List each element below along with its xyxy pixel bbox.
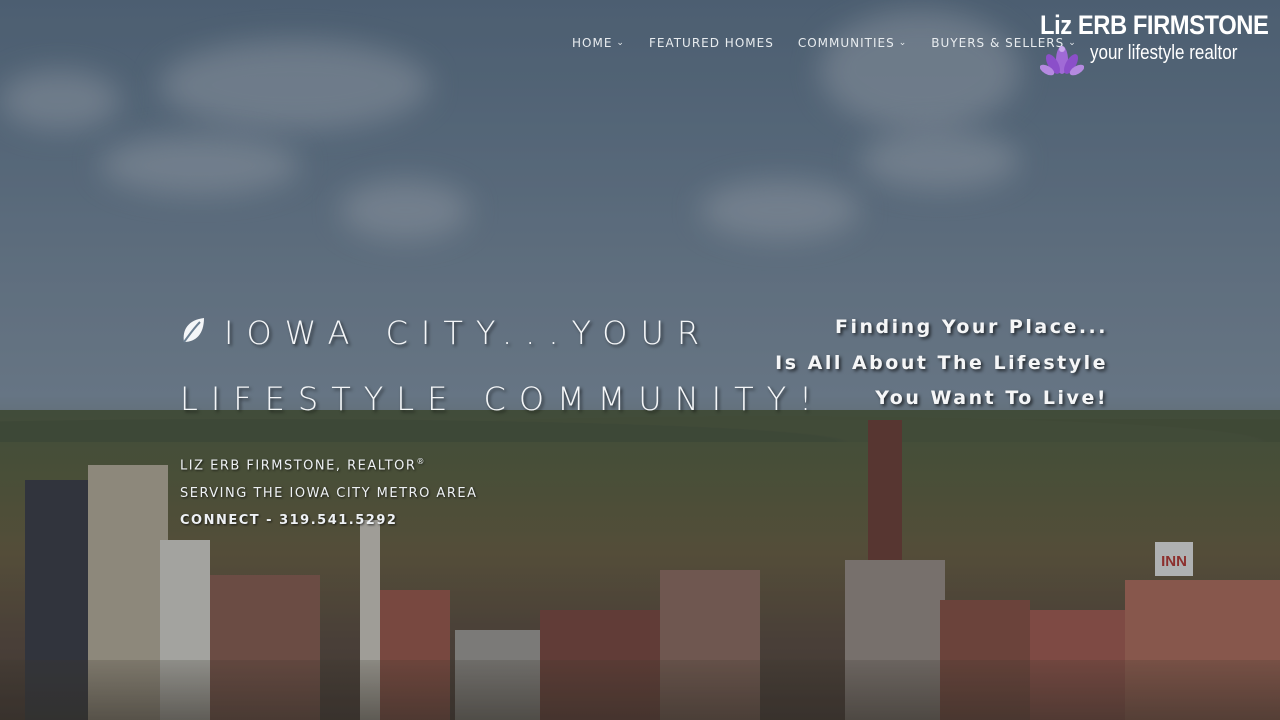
lifestyle-tagline: Finding Your Place... Is All About The L… [775, 310, 1108, 417]
chevron-down-icon: ⌄ [616, 38, 625, 48]
logo-name: Liz ERB FIRMSTONE [1040, 10, 1269, 40]
main-nav: HOME ⌄ FEATURED HOMES COMMUNITIES ⌄ BUYE… [572, 36, 1077, 50]
nav-item-home[interactable]: HOME ⌄ [572, 36, 625, 50]
lotus-icon [1040, 46, 1084, 76]
tagline-line2: Is All About The Lifestyle [775, 351, 1108, 374]
tagline-line1: Finding Your Place... [834, 316, 1108, 338]
connect-phone-link[interactable]: CONNECT - 319.541.5292 [180, 507, 477, 535]
realtor-name: LIZ ERB FIRMSTONE, REALTOR [180, 458, 417, 474]
nav-item-label: HOME [572, 36, 613, 50]
site-logo[interactable]: Liz ERB FIRMSTONE your lifestyle realtor [1038, 10, 1269, 82]
chevron-down-icon: ⌄ [898, 38, 908, 48]
nav-item-communities[interactable]: COMMUNITIES ⌄ [798, 36, 907, 50]
nav-item-label: FEATURED HOMES [648, 36, 774, 50]
leaf-icon [183, 318, 204, 343]
headline-line2: LIFESTYLE COMMUNITY! [180, 380, 825, 418]
realtor-info: LIZ ERB FIRMSTONE, REALTOR® SERVING THE … [180, 448, 477, 535]
nav-item-featured-homes[interactable]: FEATURED HOMES [649, 36, 774, 50]
headline-line1: IOWA CITY...YOUR [224, 314, 713, 352]
registered-mark: ® [416, 457, 426, 466]
service-area: SERVING THE IOWA CITY METRO AREA [180, 485, 478, 501]
hero-headline: IOWA CITY...YOUR LIFESTYLE COMMUNITY! [180, 300, 825, 432]
logo-tagline: your lifestyle realtor [1090, 42, 1238, 64]
tagline-line3: You Want To Live! [875, 387, 1108, 409]
nav-item-label: COMMUNITIES [797, 36, 895, 50]
